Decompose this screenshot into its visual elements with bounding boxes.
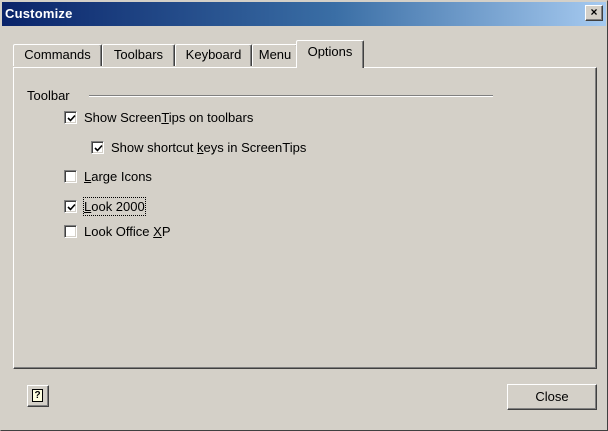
toolbar-group-label: Toolbar: [27, 88, 70, 103]
tab-keyboard[interactable]: Keyboard: [175, 44, 252, 66]
look-office-xp-label: Look Office XP: [84, 224, 171, 239]
tab-toolbars[interactable]: Toolbars: [102, 44, 175, 66]
window-title: Customize: [5, 6, 73, 21]
tab-label: Options: [307, 44, 353, 59]
close-button[interactable]: Close: [507, 384, 597, 410]
checkmark-icon: [67, 114, 76, 122]
large-icons-label: Large Icons: [84, 169, 152, 184]
checkmark-icon: [94, 144, 103, 152]
tab-menu[interactable]: Menu: [252, 44, 298, 66]
show-shortcut-keys-checkbox[interactable]: [91, 141, 104, 154]
large-icons-checkbox[interactable]: [64, 170, 77, 183]
tab-label: Commands: [24, 47, 91, 62]
look-2000-checkbox[interactable]: [64, 200, 77, 213]
tab-label: Menu: [258, 47, 292, 62]
help-icon: ?: [32, 389, 43, 402]
tab-commands[interactable]: Commands: [13, 44, 102, 66]
close-icon[interactable]: ×: [585, 5, 603, 21]
look-office-xp-checkbox[interactable]: [64, 225, 77, 238]
customize-dialog: Customize × Commands Toolbars Keyboard M…: [0, 0, 608, 431]
group-divider: [89, 95, 493, 97]
tab-options[interactable]: Options: [296, 40, 364, 68]
title-bar[interactable]: Customize ×: [2, 2, 606, 26]
tab-label: Toolbars: [113, 47, 164, 62]
look-2000-label: Look 2000: [83, 197, 146, 216]
checkmark-icon: [67, 203, 76, 211]
show-shortcut-keys-label: Show shortcut keys in ScreenTips: [111, 140, 307, 155]
show-screentips-label: Show ScreenTips on toolbars: [84, 110, 254, 125]
show-screentips-checkbox[interactable]: [64, 111, 77, 124]
tab-label: Keyboard: [185, 47, 242, 62]
help-button[interactable]: ?: [27, 385, 49, 407]
